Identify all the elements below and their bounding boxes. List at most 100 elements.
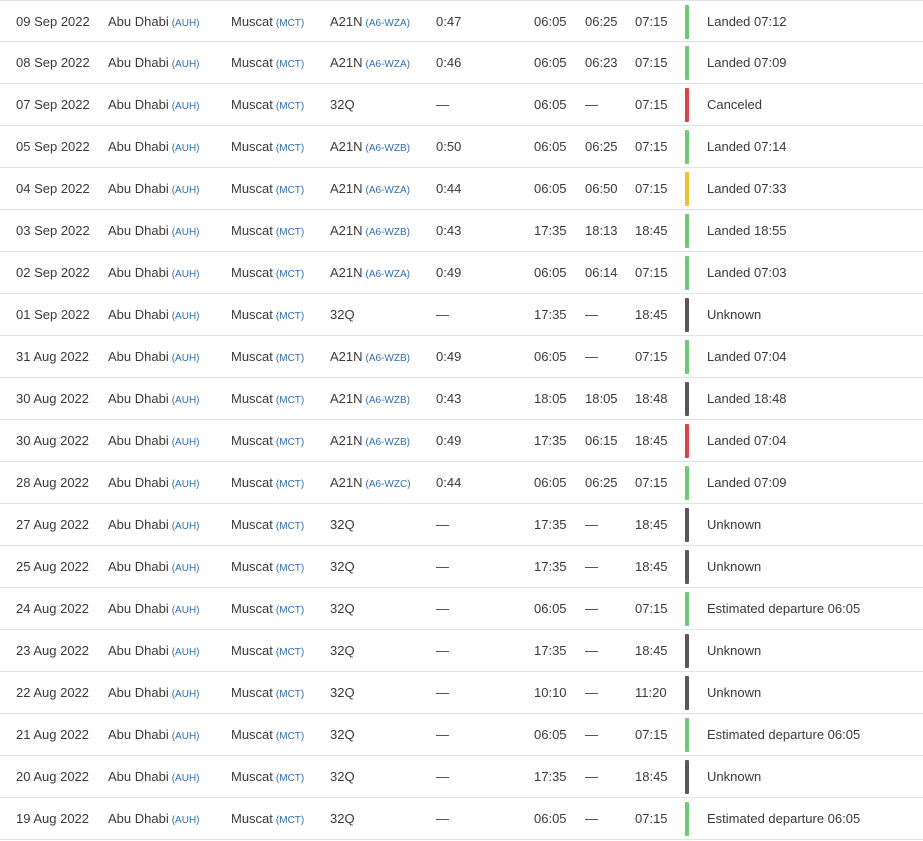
status-indicator-bar: [685, 466, 689, 500]
flight-status: Landed 07:14: [707, 139, 787, 154]
origin-code-link[interactable]: (AUH): [172, 143, 200, 154]
table-row[interactable]: 28 Aug 2022 Abu Dhabi (AUH) Muscat (MCT) A…: [0, 462, 923, 504]
destination-code-link[interactable]: (MCT): [276, 815, 304, 826]
table-row[interactable]: 05 Sep 2022 Abu Dhabi (AUH) Muscat (MCT) A…: [0, 126, 923, 168]
table-row[interactable]: 24 Aug 2022 Abu Dhabi (AUH) Muscat (MCT) 3…: [0, 588, 923, 630]
origin-code-link[interactable]: (AUH): [172, 521, 200, 532]
aircraft-registration-link[interactable]: (A6-WZA): [366, 269, 410, 280]
origin-code-link[interactable]: (AUH): [172, 227, 200, 238]
destination-code-link[interactable]: (MCT): [276, 689, 304, 700]
destination-code-link[interactable]: (MCT): [276, 101, 304, 112]
origin-code-link[interactable]: (AUH): [172, 269, 200, 280]
table-row[interactable]: 09 Sep 2022 Abu Dhabi (AUH) Muscat (MCT) A…: [0, 0, 923, 42]
origin-code-link[interactable]: (AUH): [172, 689, 200, 700]
destination-code-link[interactable]: (MCT): [276, 143, 304, 154]
origin-city: Abu Dhabi: [108, 643, 169, 658]
aircraft-type: 32Q: [330, 811, 355, 826]
origin-code-link[interactable]: (AUH): [172, 18, 200, 29]
table-row[interactable]: 23 Aug 2022 Abu Dhabi (AUH) Muscat (MCT) 3…: [0, 630, 923, 672]
destination: Muscat (MCT): [231, 588, 304, 631]
scheduled-departure: 06:05: [534, 475, 567, 490]
scheduled-arrival: 07:15: [635, 811, 668, 826]
origin-code-link[interactable]: (AUH): [172, 185, 200, 196]
aircraft-type: A21N: [330, 475, 363, 490]
origin-city: Abu Dhabi: [108, 475, 169, 490]
aircraft-registration-link[interactable]: (A6-WZA): [366, 185, 410, 196]
table-row[interactable]: 03 Sep 2022 Abu Dhabi (AUH) Muscat (MCT) A…: [0, 210, 923, 252]
table-row[interactable]: 07 Sep 2022 Abu Dhabi (AUH) Muscat (MCT) 3…: [0, 84, 923, 126]
table-row[interactable]: 21 Aug 2022 Abu Dhabi (AUH) Muscat (MCT) 3…: [0, 714, 923, 756]
table-row[interactable]: 30 Aug 2022 Abu Dhabi (AUH) Muscat (MCT) A…: [0, 378, 923, 420]
origin: Abu Dhabi (AUH): [108, 378, 200, 421]
origin-code-link[interactable]: (AUH): [172, 353, 200, 364]
origin: Abu Dhabi (AUH): [108, 420, 200, 463]
destination-code-link[interactable]: (MCT): [276, 521, 304, 532]
table-row[interactable]: 04 Sep 2022 Abu Dhabi (AUH) Muscat (MCT) A…: [0, 168, 923, 210]
origin-code-link[interactable]: (AUH): [172, 437, 200, 448]
destination-code-link[interactable]: (MCT): [276, 563, 304, 574]
flight-duration: 0:47: [436, 14, 462, 29]
destination-code-link[interactable]: (MCT): [276, 353, 304, 364]
destination-code-link[interactable]: (MCT): [276, 269, 304, 280]
table-row[interactable]: 27 Aug 2022 Abu Dhabi (AUH) Muscat (MCT) 3…: [0, 504, 923, 546]
aircraft: 32Q: [330, 672, 358, 715]
flight-duration: —: [436, 727, 449, 742]
table-row[interactable]: 08 Sep 2022 Abu Dhabi (AUH) Muscat (MCT) A…: [0, 42, 923, 84]
origin-code-link[interactable]: (AUH): [172, 395, 200, 406]
origin-code-link[interactable]: (AUH): [172, 647, 200, 658]
actual-departure: —: [585, 601, 598, 616]
origin-code-link[interactable]: (AUH): [172, 479, 200, 490]
table-row[interactable]: 02 Sep 2022 Abu Dhabi (AUH) Muscat (MCT) A…: [0, 252, 923, 294]
destination-city: Muscat: [231, 769, 273, 784]
destination-code-link[interactable]: (MCT): [276, 18, 304, 29]
destination-city: Muscat: [231, 265, 273, 280]
flight-date: 03 Sep 2022: [16, 223, 90, 238]
flight-duration: —: [436, 559, 449, 574]
table-row[interactable]: 31 Aug 2022 Abu Dhabi (AUH) Muscat (MCT) A…: [0, 336, 923, 378]
destination-code-link[interactable]: (MCT): [276, 227, 304, 238]
destination-code-link[interactable]: (MCT): [276, 59, 304, 70]
origin-code-link[interactable]: (AUH): [172, 773, 200, 784]
destination-city: Muscat: [231, 517, 273, 532]
origin-code-link[interactable]: (AUH): [172, 59, 200, 70]
flight-duration: —: [436, 685, 449, 700]
destination-code-link[interactable]: (MCT): [276, 773, 304, 784]
status-indicator-bar: [685, 298, 689, 332]
aircraft-registration-link[interactable]: (A6-WZB): [366, 437, 410, 448]
aircraft-registration-link[interactable]: (A6-WZB): [366, 143, 410, 154]
destination: Muscat (MCT): [231, 546, 304, 589]
table-row[interactable]: 01 Sep 2022 Abu Dhabi (AUH) Muscat (MCT) 3…: [0, 294, 923, 336]
table-row[interactable]: 20 Aug 2022 Abu Dhabi (AUH) Muscat (MCT) 3…: [0, 756, 923, 798]
origin-code-link[interactable]: (AUH): [172, 605, 200, 616]
destination-code-link[interactable]: (MCT): [276, 479, 304, 490]
flight-status: Estimated departure 06:05: [707, 811, 861, 826]
origin-code-link[interactable]: (AUH): [172, 311, 200, 322]
aircraft-registration-link[interactable]: (A6-WZA): [366, 59, 410, 70]
table-row[interactable]: 22 Aug 2022 Abu Dhabi (AUH) Muscat (MCT) 3…: [0, 672, 923, 714]
origin-code-link[interactable]: (AUH): [172, 563, 200, 574]
aircraft: 32Q: [330, 546, 358, 589]
destination-code-link[interactable]: (MCT): [276, 311, 304, 322]
destination-code-link[interactable]: (MCT): [276, 185, 304, 196]
status-indicator-bar: [685, 46, 689, 80]
destination-city: Muscat: [231, 307, 273, 322]
origin-code-link[interactable]: (AUH): [172, 815, 200, 826]
destination-code-link[interactable]: (MCT): [276, 605, 304, 616]
origin-code-link[interactable]: (AUH): [172, 101, 200, 112]
destination-code-link[interactable]: (MCT): [276, 647, 304, 658]
status-indicator-bar: [685, 676, 689, 710]
aircraft-registration-link[interactable]: (A6-WZB): [366, 353, 410, 364]
actual-departure: —: [585, 559, 598, 574]
aircraft-registration-link[interactable]: (A6-WZB): [366, 227, 410, 238]
destination-code-link[interactable]: (MCT): [276, 731, 304, 742]
flight-date: 22 Aug 2022: [16, 685, 90, 700]
table-row[interactable]: 30 Aug 2022 Abu Dhabi (AUH) Muscat (MCT) A…: [0, 420, 923, 462]
aircraft: 32Q: [330, 714, 358, 757]
aircraft-registration-link[interactable]: (A6-WZC): [366, 479, 411, 490]
table-row[interactable]: 25 Aug 2022 Abu Dhabi (AUH) Muscat (MCT) 3…: [0, 546, 923, 588]
destination-code-link[interactable]: (MCT): [276, 437, 304, 448]
aircraft-registration-link[interactable]: (A6-WZA): [366, 18, 410, 29]
destination-code-link[interactable]: (MCT): [276, 395, 304, 406]
aircraft-registration-link[interactable]: (A6-WZB): [366, 395, 410, 406]
origin-code-link[interactable]: (AUH): [172, 731, 200, 742]
